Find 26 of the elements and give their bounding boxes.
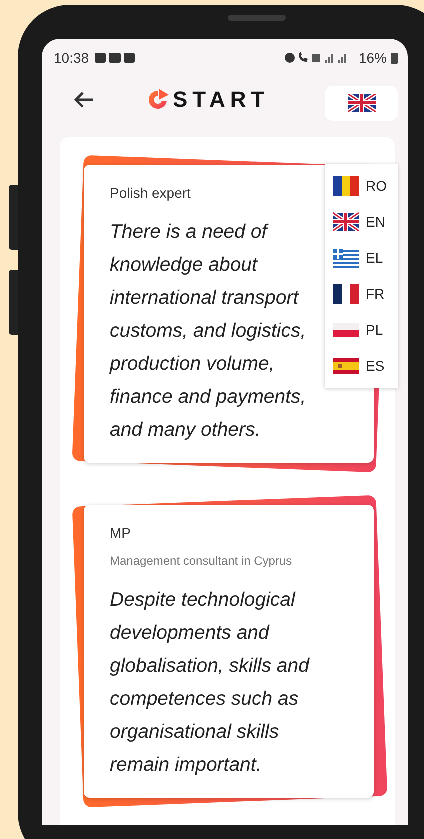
flag-icon (333, 248, 359, 268)
author-name: Polish expert (110, 185, 191, 201)
logo-text: START (173, 87, 270, 113)
back-arrow-icon[interactable] (74, 91, 94, 109)
notification-icons (95, 52, 136, 64)
language-option[interactable]: ES (325, 348, 398, 384)
flag-icon (333, 212, 359, 232)
flag-icon (348, 94, 376, 112)
battery-icon (391, 52, 398, 64)
language-option[interactable]: FR (325, 276, 398, 312)
quote-text: Despite technological developments and globalisation, skills and competences such as organisational skills remain important. (110, 588, 311, 778)
status-time: 10:38 (54, 50, 90, 66)
author-role: Management consultant in Cyprus (110, 554, 292, 568)
language-option[interactable]: PL (325, 312, 398, 348)
language-option[interactable]: RO (325, 168, 398, 204)
author-name: MP (110, 525, 131, 541)
language-button[interactable] (325, 86, 398, 120)
flag-icon (333, 356, 359, 376)
language-option[interactable]: EL (325, 240, 398, 276)
quote-text: There is a need of knowledge about international transport customs, and logistics, production volume, finance and payments, and many others. (110, 220, 308, 443)
battery-level: 16% (358, 50, 387, 66)
flag-icon (333, 284, 359, 304)
logo-icon (146, 88, 170, 112)
flag-icon (333, 320, 359, 340)
flag-icon (333, 176, 359, 196)
language-option[interactable]: EN (325, 204, 398, 240)
